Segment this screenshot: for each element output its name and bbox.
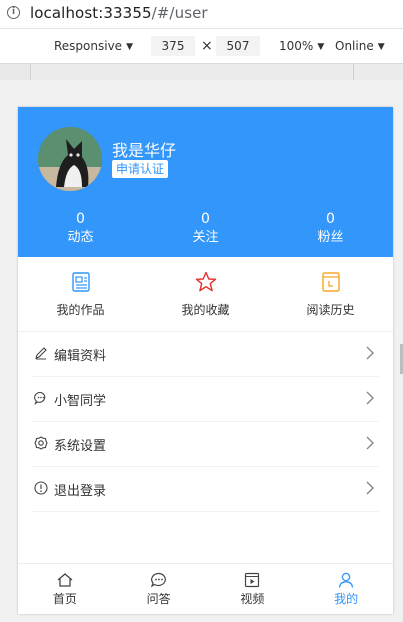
device-select[interactable]: Responsive ▼ <box>54 39 133 53</box>
stat-label: 关注 <box>192 230 219 245</box>
url-text[interactable]: localhost:33355/#/user <box>30 4 208 22</box>
shortcut-label: 我的收藏 <box>181 303 230 317</box>
tab-label: 我的 <box>334 592 359 606</box>
user-icon <box>338 572 354 588</box>
menu-item-logout[interactable]: 退出登录 <box>32 467 379 512</box>
shortcut-history[interactable]: 阅读历史 <box>268 257 393 331</box>
shortcut-grid: 我的作品 我的收藏 阅读历史 <box>18 257 393 332</box>
profile-stats: 0 动态 0 关注 0 粉丝 <box>18 211 393 251</box>
chevron-right-icon <box>366 436 374 450</box>
times-sign: × <box>201 38 213 54</box>
settings-menu: 编辑资料 小智同学 系统设置 退出登录 <box>18 332 393 512</box>
stat-posts[interactable]: 0 动态 <box>18 211 143 251</box>
shortcut-label: 我的作品 <box>56 303 105 317</box>
apply-verify-button[interactable]: 申请认证 <box>112 160 169 178</box>
tab-mine[interactable]: 我的 <box>299 564 393 614</box>
tab-qa[interactable]: 问答 <box>112 564 206 614</box>
chevron-down-icon: ▼ <box>126 42 133 52</box>
video-icon <box>245 572 260 588</box>
zoom-label: 100% <box>279 39 314 53</box>
home-icon <box>57 573 73 587</box>
site-info-icon[interactable]: i <box>7 6 20 19</box>
stat-followers[interactable]: 0 粉丝 <box>268 211 393 251</box>
qa-icon <box>150 572 166 588</box>
avatar[interactable] <box>38 127 102 191</box>
device-viewport: 我是华仔 申请认证 0 动态 0 关注 0 粉丝 我的作品 我的收藏 阅读历史 … <box>18 107 393 614</box>
menu-item-assistant[interactable]: 小智同学 <box>32 377 379 422</box>
chevron-right-icon <box>366 346 374 360</box>
user-name: 我是华仔 <box>112 141 177 160</box>
address-bar[interactable]: i localhost:33355/#/user <box>0 0 403 29</box>
shortcut-my-works[interactable]: 我的作品 <box>18 257 143 331</box>
tab-label: 问答 <box>146 592 171 606</box>
chevron-down-icon: ▼ <box>317 42 325 52</box>
profile-header: 我是华仔 申请认证 0 动态 0 关注 0 粉丝 <box>18 107 393 257</box>
chat-icon <box>34 391 46 405</box>
stat-value: 0 <box>326 211 335 227</box>
menu-item-edit-profile[interactable]: 编辑资料 <box>32 332 379 377</box>
menu-item-label: 编辑资料 <box>54 349 107 364</box>
history-icon <box>321 272 340 292</box>
media-query-ruler[interactable] <box>0 64 403 80</box>
chevron-down-icon: ▼ <box>377 42 385 52</box>
chevron-right-icon <box>366 391 374 405</box>
ruler-segment[interactable] <box>30 64 354 80</box>
tab-label: 视频 <box>240 592 265 606</box>
zoom-select[interactable]: 100% ▼ <box>279 39 324 53</box>
tab-home[interactable]: 首页 <box>18 564 112 614</box>
device-select-label: Responsive <box>54 39 123 53</box>
chevron-right-icon <box>366 481 374 495</box>
device-toolbar: Responsive ▼ 375 × 507 100% ▼ Online ▼ <box>0 29 403 64</box>
height-input[interactable]: 507 <box>216 36 260 56</box>
menu-item-label: 小智同学 <box>54 394 107 409</box>
stat-value: 0 <box>76 211 85 227</box>
bottom-tabbar: 首页 问答 视频 我的 <box>18 563 393 614</box>
tab-label: 首页 <box>52 592 77 606</box>
network-select[interactable]: Online ▼ <box>335 39 385 53</box>
shortcut-favorites[interactable]: 我的收藏 <box>143 257 268 331</box>
exit-icon <box>34 481 48 495</box>
cat-photo-icon <box>38 127 102 191</box>
stat-value: 0 <box>201 211 210 227</box>
shortcut-label: 阅读历史 <box>306 303 355 317</box>
menu-item-label: 系统设置 <box>54 439 107 454</box>
network-label: Online <box>335 39 374 53</box>
width-input[interactable]: 375 <box>151 36 195 56</box>
url-host: localhost:33355 <box>30 4 152 22</box>
ruler-segment[interactable] <box>353 64 403 80</box>
pencil-icon <box>35 347 47 360</box>
menu-item-label: 退出登录 <box>54 484 107 499</box>
gear-icon <box>34 436 48 450</box>
stat-label: 动态 <box>67 230 94 245</box>
stat-label: 粉丝 <box>317 230 344 245</box>
url-path: /#/user <box>151 4 208 22</box>
document-icon <box>71 272 90 292</box>
stat-following[interactable]: 0 关注 <box>143 211 268 251</box>
tab-video[interactable]: 视频 <box>206 564 300 614</box>
menu-item-settings[interactable]: 系统设置 <box>32 422 379 467</box>
star-icon <box>195 271 216 292</box>
